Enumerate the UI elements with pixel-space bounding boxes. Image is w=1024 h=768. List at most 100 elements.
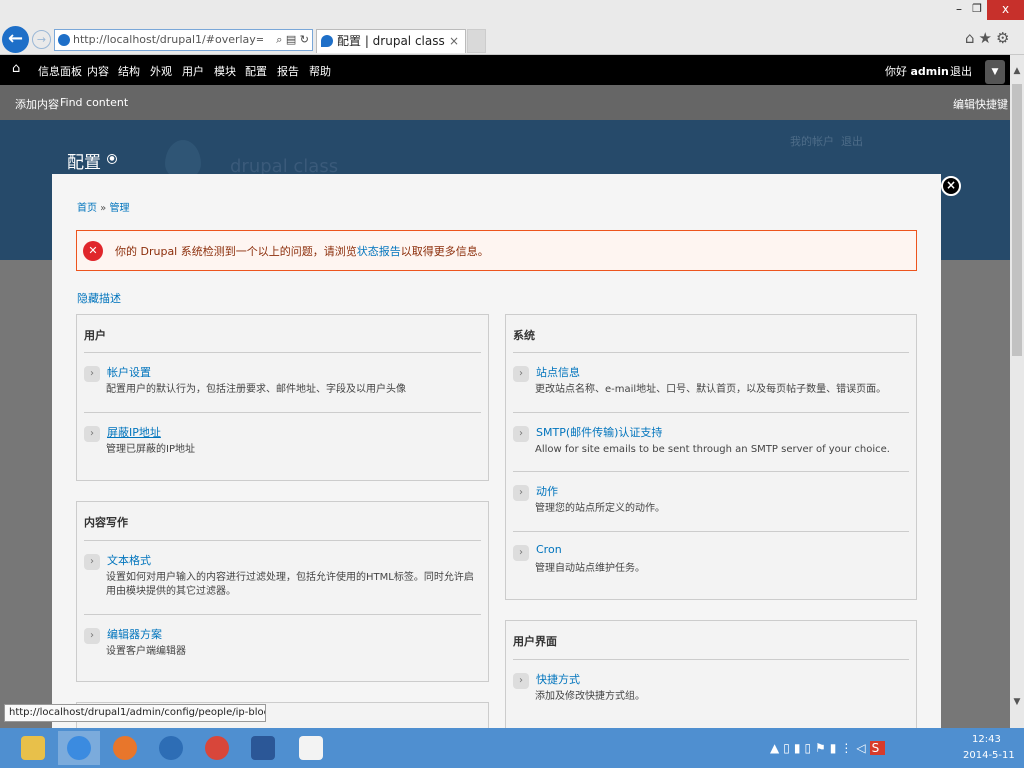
entry-title[interactable]: 屏蔽IP地址 — [107, 424, 161, 440]
entry-desc: 更改站点名称、e-mail地址、口号、默认首页，以及每页帖子数量、错误页面。 — [535, 384, 887, 395]
tab-close-icon[interactable]: × — [449, 30, 459, 52]
gear-icon[interactable]: ⚙ — [996, 29, 1013, 47]
toolbar-item-modules[interactable]: 模块 — [214, 63, 236, 79]
maximize-icon[interactable]: ❐ — [970, 2, 984, 16]
status-report-link[interactable]: 状态报告 — [357, 245, 401, 258]
app-s-icon — [159, 736, 183, 760]
refresh-icon[interactable]: ↻ — [300, 33, 309, 46]
taskbar-firefox[interactable] — [104, 731, 146, 765]
new-tab-button[interactable] — [467, 29, 486, 53]
entry-title[interactable]: 帐户设置 — [107, 364, 151, 380]
overlay-close-icon[interactable]: × — [941, 176, 961, 196]
star-icon[interactable]: ★ — [979, 29, 996, 47]
taskbar-app-s[interactable] — [150, 731, 192, 765]
chevron-right-icon: › — [84, 554, 100, 570]
chevron-right-icon: › — [513, 673, 529, 689]
shortcut-add-content[interactable]: 添加内容 — [15, 96, 59, 112]
chevron-right-icon: › — [84, 366, 100, 382]
entry-title[interactable]: Cron — [536, 543, 562, 556]
my-account-link[interactable]: 我的帐户 — [790, 133, 834, 149]
hide-descriptions-link[interactable]: 隐藏描述 — [77, 290, 121, 306]
taskbar-ie[interactable] — [58, 731, 100, 765]
toolbar-item-reports[interactable]: 报告 — [277, 63, 299, 79]
clock-date[interactable]: 2014-5-11 — [963, 750, 1015, 761]
entry-title[interactable]: 编辑器方案 — [107, 626, 162, 642]
entry-title[interactable]: 快捷方式 — [536, 671, 580, 687]
forward-arrow-icon[interactable]: → — [32, 30, 51, 49]
ie-icon — [67, 736, 91, 760]
entry-title[interactable]: 站点信息 — [536, 364, 580, 380]
tray-antivirus-icon[interactable]: S — [869, 741, 886, 755]
panel-title: 用户界面 — [513, 635, 557, 648]
entry-title[interactable]: 文本格式 — [107, 552, 151, 568]
toolbar-item-appearance[interactable]: 外观 — [150, 63, 172, 79]
gear-icon[interactable]: ● — [107, 154, 117, 164]
chevron-right-icon: › — [84, 426, 100, 442]
error-message: ✕ 你的 Drupal 系统检测到一个以上的问题，请浏览状态报告以取得更多信息。 — [76, 230, 917, 271]
compat-icon[interactable]: ▤ — [286, 33, 296, 46]
panel-users: 用户 › 帐户设置 配置用户的默认行为，包括注册要求、邮件地址、字段及以用户头像… — [76, 314, 489, 481]
entry-desc: 管理您的站点所定义的动作。 — [535, 503, 665, 514]
scroll-thumb[interactable] — [1012, 84, 1022, 356]
firefox-icon — [113, 736, 137, 760]
ie-toolbar-icons: ⌂★⚙ — [965, 29, 1020, 49]
tab-title: 配置 | drupal class — [337, 34, 445, 48]
taskbar-explorer[interactable] — [12, 731, 54, 765]
toolbar-item-people[interactable]: 用户 — [182, 63, 204, 79]
scroll-down-icon[interactable]: ▼ — [1010, 697, 1024, 711]
home-icon[interactable]: ⌂ — [12, 61, 20, 76]
entry-desc: 设置客户端编辑器 — [106, 646, 186, 657]
chevron-right-icon: › — [513, 485, 529, 501]
status-bar-url: http://localhost/drupal1/admin/config/pe… — [4, 704, 266, 722]
clock-time[interactable]: 12:43 — [972, 734, 1001, 745]
edit-shortcuts-link[interactable]: 编辑快捷键 — [953, 96, 1008, 112]
browser-tab-active[interactable]: 配置 | drupal class × — [316, 29, 466, 53]
folder-icon — [21, 736, 45, 760]
window-close-button[interactable]: x — [987, 0, 1024, 20]
search-icon[interactable]: ⌕ — [276, 33, 282, 46]
error-text: 你的 Drupal 系统检测到一个以上的问题，请浏览状态报告以取得更多信息。 — [115, 243, 489, 259]
scroll-up-icon[interactable]: ▲ — [1010, 66, 1024, 80]
error-icon: ✕ — [83, 241, 103, 261]
entry-title[interactable]: SMTP(邮件传输)认证支持 — [536, 424, 662, 440]
taskbar-word[interactable] — [242, 731, 284, 765]
breadcrumb-sep: » — [97, 203, 110, 214]
chrome-icon — [205, 736, 229, 760]
entry-desc: 添加及修改快捷方式组。 — [535, 691, 645, 702]
shortcut-find-content[interactable]: Find content — [60, 96, 128, 109]
chevron-right-icon: › — [513, 366, 529, 382]
entry-title[interactable]: 动作 — [536, 483, 558, 499]
chevron-right-icon: › — [513, 545, 529, 561]
chart-app-icon — [299, 736, 323, 760]
panel-user-interface: 用户界面 › 快捷方式 添加及修改快捷方式组。 — [505, 620, 917, 730]
tray-arrow-icon[interactable]: ▲ — [770, 741, 783, 755]
toolbar-item-help[interactable]: 帮助 — [309, 63, 331, 79]
toolbar-item-dashboard[interactable]: 信息面板 — [38, 63, 82, 79]
toolbar-logout-link[interactable]: 退出 — [950, 63, 972, 79]
taskbar-chart-app[interactable] — [290, 731, 332, 765]
entry-desc: 管理已屏蔽的IP地址 — [106, 444, 195, 455]
address-tools[interactable]: ⌕ ▤ ↻ — [263, 29, 313, 51]
toolbar-item-structure[interactable]: 结构 — [118, 63, 140, 79]
system-tray: ▲▯▮▯⚑▮⋮◁ S — [770, 741, 886, 755]
taskbar-chrome[interactable] — [196, 731, 238, 765]
back-arrow-icon[interactable]: ← — [2, 26, 29, 53]
panel-content-authoring: 内容写作 › 文本格式 设置如何对用户输入的内容进行过滤处理，包括允许使用的HT… — [76, 501, 489, 682]
panel-title: 内容写作 — [84, 516, 128, 529]
greeting-user[interactable]: admin — [911, 65, 949, 78]
chevron-right-icon: › — [513, 426, 529, 442]
error-suffix: 以取得更多信息。 — [400, 245, 489, 258]
drupal-favicon-icon — [321, 35, 333, 47]
shortcut-toggle-icon[interactable]: ▼ — [985, 60, 1005, 84]
toolbar-item-config[interactable]: 配置 — [245, 63, 267, 79]
toolbar-item-content[interactable]: 内容 — [87, 63, 109, 79]
panel-system: 系统 › 站点信息 更改站点名称、e-mail地址、口号、默认首页，以及每页帖子… — [505, 314, 917, 600]
breadcrumb-home[interactable]: 首页 — [77, 203, 97, 214]
page-logout-link[interactable]: 退出 — [841, 133, 863, 149]
home-icon[interactable]: ⌂ — [965, 29, 979, 47]
minimize-icon[interactable]: – — [952, 2, 966, 16]
entry-desc: 设置如何对用户输入的内容进行过滤处理，包括允许使用的HTML标签。同时允许启用由… — [106, 572, 474, 597]
breadcrumb-admin[interactable]: 管理 — [109, 203, 129, 214]
greeting-prefix: 你好 — [885, 65, 911, 78]
ie-favicon-icon — [58, 34, 70, 46]
